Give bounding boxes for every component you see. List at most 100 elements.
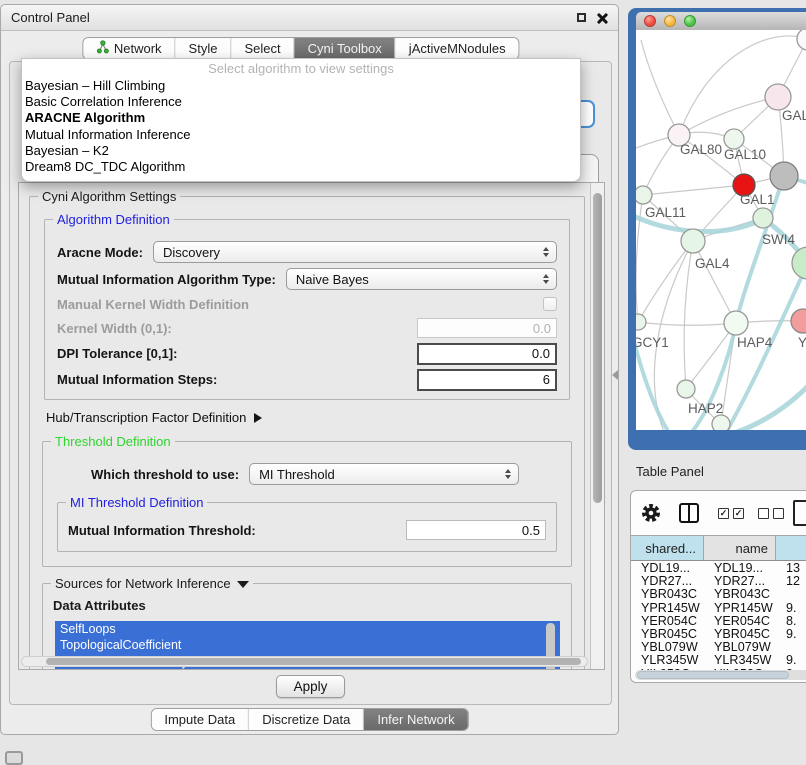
algorithm-option-dream8-dc-tdc-algorithm[interactable]: Dream8 DC_TDC Algorithm — [22, 159, 580, 175]
table-row[interactable]: YBL079WYBL079W — [631, 641, 806, 654]
tab-label: Impute Data — [164, 712, 235, 727]
tab-impute-data[interactable]: Impute Data — [151, 709, 249, 730]
algorithm-option-bayesian-k2[interactable]: Bayesian – K2 — [22, 143, 580, 159]
network-node-gal7[interactable] — [765, 84, 791, 110]
mi-threshold-field[interactable]: 0.5 — [406, 520, 546, 540]
tab-label: Discretize Data — [262, 712, 350, 727]
algorithm-definition-group: Algorithm Definition Aracne Mode: Discov… — [44, 219, 570, 400]
column-header-name[interactable]: name — [704, 536, 776, 560]
data-attribute-topologicalcoefficient[interactable]: TopologicalCoefficient — [55, 637, 560, 653]
tab-style[interactable]: Style — [176, 38, 232, 59]
node-label-gal11: GAL11 — [645, 205, 686, 220]
tab-network[interactable]: Network — [83, 38, 176, 59]
network-node-gal10[interactable] — [724, 129, 744, 149]
network-node-gal4[interactable] — [681, 229, 705, 253]
column-header-2[interactable] — [776, 536, 806, 560]
float-panel-icon[interactable] — [577, 13, 586, 22]
table-row[interactable]: YPR145WYPR145W9. — [631, 602, 806, 615]
network-node-node-salmon[interactable] — [791, 309, 806, 333]
network-node-hap2[interactable] — [677, 380, 695, 398]
table-cell: YDR27... — [631, 575, 704, 588]
close-panel-icon[interactable] — [596, 12, 608, 24]
network-node-swi4[interactable] — [753, 208, 773, 228]
panel-splitter-handle[interactable] — [612, 370, 618, 380]
hub-definition-label: Hub/Transcription Factor Definition — [46, 410, 246, 425]
table-row[interactable]: YER054CYER054C8. — [631, 615, 806, 628]
dpi-tolerance-field[interactable]: 0.0 — [417, 343, 557, 365]
gear-icon[interactable] — [631, 502, 671, 524]
node-label-swi4: SWI4 — [762, 232, 795, 247]
table-browser-window: ✓✓ shared...name YDL19...YDL19...13YDR27… — [630, 490, 806, 683]
network-node-node-gray[interactable] — [770, 162, 798, 190]
settings-vertical-scrollbar[interactable] — [590, 183, 604, 669]
manual-kernel-label: Manual Kernel Width Definition — [57, 297, 249, 312]
aracne-mode-label: Aracne Mode: — [57, 245, 143, 260]
table-row[interactable]: YBR043CYBR043C — [631, 588, 806, 601]
tab-cyni-toolbox[interactable]: Cyni Toolbox — [295, 38, 396, 59]
mi-type-label: Mutual Information Algorithm Type: — [57, 272, 276, 287]
node-label-gal7: GAL7 — [782, 108, 806, 123]
network-node-node-green-right[interactable] — [792, 247, 806, 279]
network-edge — [643, 185, 744, 195]
algorithm-option-mutual-information-inference[interactable]: Mutual Information Inference — [22, 127, 580, 143]
node-label-gal4: GAL4 — [695, 256, 730, 271]
sources-toggle[interactable]: Sources for Network Inference — [51, 576, 253, 591]
settings-horizontal-scrollbar[interactable] — [21, 656, 588, 667]
data-mode-tab-bar: Impute Data Discretize Data Infer Network — [150, 708, 468, 731]
network-graph[interactable]: GAL7GAL80GAL10GAL1GAL11SWI4GAL4GCY1HAP4Y… — [636, 30, 806, 430]
tab-label: Style — [189, 41, 218, 56]
tab-infer-network[interactable]: Infer Network — [364, 709, 467, 730]
table-icon[interactable] — [793, 500, 806, 526]
network-node-node-bottom[interactable] — [712, 415, 730, 430]
kernel-width-field[interactable]: 0.0 — [417, 318, 557, 338]
algorithm-option-bayesian-hill-climbing[interactable]: Bayesian – Hill Climbing — [22, 78, 580, 94]
close-light-icon[interactable] — [644, 15, 656, 27]
mi-threshold-label: Mutual Information Threshold: — [68, 523, 256, 538]
collapse-arrow-icon — [237, 581, 249, 588]
split-view-icon[interactable] — [671, 503, 707, 523]
table-row[interactable]: YDL19...YDL19...13 — [631, 562, 806, 575]
mi-steps-field[interactable]: 6 — [417, 369, 557, 391]
manual-kernel-checkbox[interactable] — [543, 297, 557, 311]
network-node-node-top-right[interactable] — [797, 30, 806, 50]
minimize-light-icon[interactable] — [664, 15, 676, 27]
zoom-light-icon[interactable] — [684, 15, 696, 27]
network-canvas[interactable]: GAL7GAL80GAL10GAL1GAL11SWI4GAL4GCY1HAP4Y… — [636, 30, 806, 430]
table-cell: YBL079W — [631, 641, 704, 654]
table-cell: YDL19... — [704, 562, 776, 575]
apply-button[interactable]: Apply — [276, 675, 346, 698]
unchecked-columns-icon[interactable] — [751, 508, 791, 519]
hub-definition-toggle[interactable]: Hub/Transcription Factor Definition — [46, 410, 572, 425]
data-attribute-selfloops[interactable]: SelfLoops — [55, 621, 560, 637]
mi-algorithm-type-select[interactable]: Naive Bayes — [286, 268, 557, 290]
dpi-tolerance-label: DPI Tolerance [0,1]: — [57, 346, 177, 361]
table-cell: 12 — [776, 575, 806, 588]
minimized-panel-icon[interactable] — [5, 751, 23, 765]
table-row[interactable]: YBR045CYBR045C9. — [631, 628, 806, 641]
node-label-hap4: HAP4 — [737, 335, 773, 350]
checked-columns-icon[interactable]: ✓✓ — [711, 508, 751, 519]
kernel-width-label: Kernel Width (0,1): — [57, 321, 172, 336]
mi-steps-label: Mutual Information Steps: — [57, 372, 217, 387]
algorithm-dropdown-placeholder: Select algorithm to view settings — [22, 59, 580, 78]
network-node-gal11[interactable] — [636, 186, 652, 204]
table-cell: YER054C — [631, 615, 704, 628]
control-panel-titlebar: Control Panel — [1, 5, 618, 31]
table-row[interactable]: YDR27...YDR27...12 — [631, 575, 806, 588]
tab-jactivemnodules[interactable]: jActiveMNodules — [396, 38, 519, 59]
network-node-gcy1[interactable] — [636, 314, 646, 330]
tab-discretize-data[interactable]: Discretize Data — [249, 709, 364, 730]
tab-select[interactable]: Select — [231, 38, 294, 59]
table-cell: 9. — [776, 602, 806, 615]
column-header-shared[interactable]: shared... — [631, 536, 704, 560]
network-node-hap4[interactable] — [724, 311, 748, 335]
table-horizontal-scrollbar[interactable] — [635, 670, 806, 680]
mi-threshold-definition-group: MI Threshold Definition Mutual Informati… — [57, 502, 557, 552]
which-threshold-select[interactable]: MI Threshold — [249, 463, 519, 485]
algorithm-option-aracne-algorithm[interactable]: ARACNE Algorithm — [22, 110, 580, 126]
algorithm-option-basic-correlation-inference[interactable]: Basic Correlation Inference — [22, 94, 580, 110]
tab-label: Infer Network — [377, 712, 454, 727]
table-row[interactable]: YLR345WYLR345W9. — [631, 654, 806, 667]
aracne-mode-select[interactable]: Discovery — [153, 241, 557, 263]
expand-arrow-icon — [254, 413, 262, 423]
